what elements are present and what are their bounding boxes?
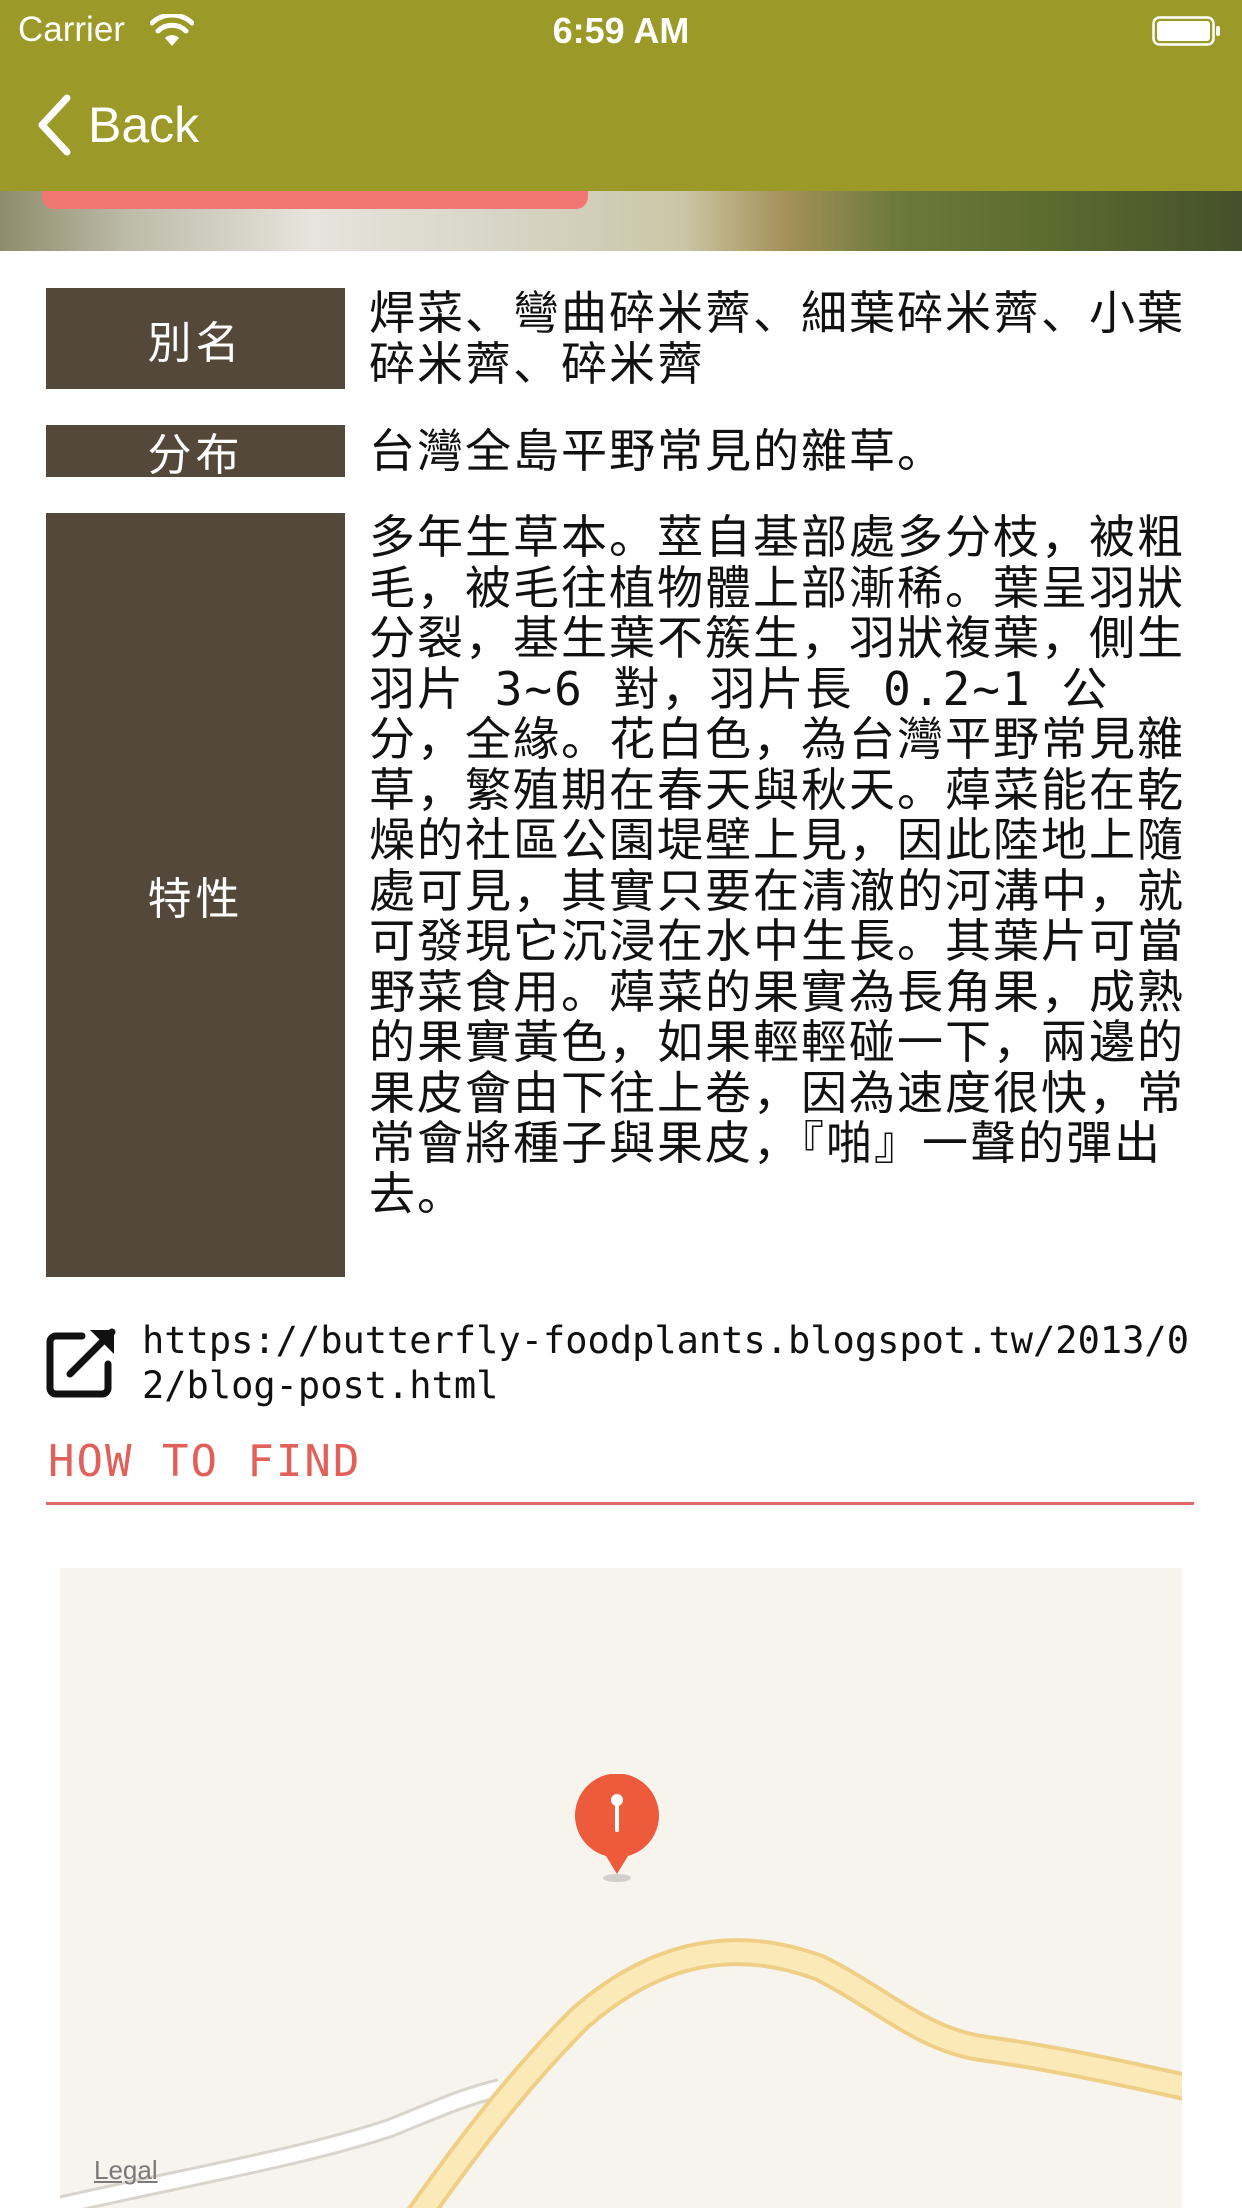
back-button[interactable]: Back [36, 88, 199, 162]
back-label: Back [88, 97, 200, 153]
chevron-left-icon [38, 94, 71, 156]
distribution-label: 分布 [46, 425, 345, 481]
section-divider [46, 1502, 1194, 1505]
map-pin-icon[interactable] [572, 1774, 662, 1884]
hero-action-button[interactable] [42, 191, 588, 209]
map-view[interactable]: Legal [60, 1568, 1182, 2208]
alias-label: 別名 [46, 288, 345, 389]
characteristics-value: 多年生草本。莖自基部處多分枝，被粗毛，被毛往植物體上部漸稀。葉呈羽狀分裂，基生葉… [369, 510, 1185, 1221]
status-time: 6:59 AM [552, 10, 690, 51]
source-link[interactable]: https://butterfly-foodplants.blogspot.tw… [142, 1318, 1192, 1408]
navigation-bar: Carrier 6:59 AM Back [0, 0, 1242, 191]
battery-icon [1152, 16, 1220, 46]
characteristics-label: 特性 [46, 513, 345, 1277]
distribution-value: 台灣全島平野常見的雜草。 [369, 424, 945, 478]
alias-value: 焊菜、彎曲碎米薺、細葉碎米薺、小葉碎米薺、碎米薺 [369, 286, 1185, 391]
external-link-icon [46, 1328, 116, 1398]
status-bar: Carrier 6:59 AM [0, 0, 1242, 60]
how-to-find-title: HOW TO FIND [48, 1436, 362, 1487]
map-roads [60, 1938, 1182, 2208]
source-link-row[interactable]: https://butterfly-foodplants.blogspot.tw… [46, 1318, 1196, 1408]
map-legal-link[interactable]: Legal [94, 2155, 158, 2186]
hero-photo [0, 191, 1242, 251]
